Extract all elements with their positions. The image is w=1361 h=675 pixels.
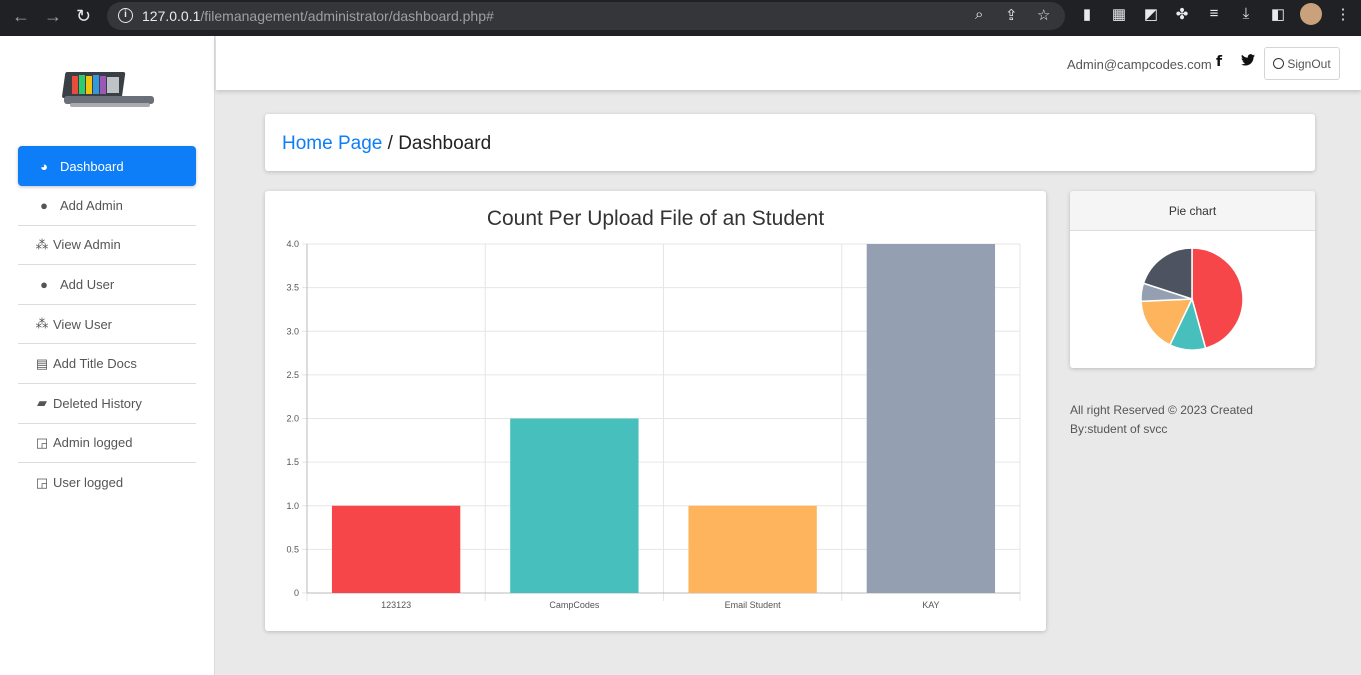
app-logo xyxy=(62,72,154,107)
top-bar: Admin@campcodes.com f SignOut xyxy=(216,36,1361,90)
breadcrumb-card: Home Page / Dashboard xyxy=(265,114,1315,171)
reload-icon[interactable]: ↻ xyxy=(76,0,91,32)
breadcrumb-home-link[interactable]: Home Page xyxy=(282,133,382,154)
sidebar: ◕ Dashboard ● Add Admin ⁂ View Admin ● A… xyxy=(0,36,215,675)
sidebar-item-admin-logged[interactable]: ◲ Admin logged xyxy=(18,424,196,464)
share-icon[interactable]: ⇪ xyxy=(1005,6,1018,24)
user-icon: ● xyxy=(40,197,48,213)
pie-chart-card: Pie chart xyxy=(1070,191,1315,368)
users-icon: ⁂ xyxy=(35,236,49,252)
breadcrumb: Home Page / Dashboard xyxy=(282,133,491,155)
bar xyxy=(866,244,996,593)
twitter-icon[interactable] xyxy=(1241,54,1255,66)
bar-chart-card: Count Per Upload File of an Student 0 0.5… xyxy=(265,191,1046,631)
pie-chart xyxy=(1140,247,1244,351)
sidebar-item-label: Dashboard xyxy=(60,158,124,174)
x-tick-label: KAY xyxy=(922,600,939,610)
sidebar-item-view-user[interactable]: ⁂ View User xyxy=(18,305,196,345)
sidebar-menu: ◕ Dashboard ● Add Admin ⁂ View Admin ● A… xyxy=(18,146,196,503)
sidebar-item-add-user[interactable]: ● Add User xyxy=(18,265,196,305)
file-plus-icon: ▤ xyxy=(35,355,49,371)
sidebar-item-label: Add Admin xyxy=(60,197,123,213)
signout-button[interactable]: SignOut xyxy=(1264,47,1340,80)
back-arrow-icon[interactable]: ← xyxy=(12,0,30,32)
facebook-icon[interactable]: f xyxy=(1216,54,1222,70)
signout-label: SignOut xyxy=(1287,56,1331,71)
sidebar-item-add-title-docs[interactable]: ▤ Add Title Docs xyxy=(18,344,196,384)
forward-arrow-icon[interactable]: → xyxy=(44,0,62,32)
sidebar-item-label: Add Title Docs xyxy=(53,356,137,372)
sidebar-item-label: View Admin xyxy=(53,237,121,253)
sidebar-item-label: User logged xyxy=(53,475,124,491)
sidebar-item-user-logged[interactable]: ◲ User logged xyxy=(18,463,196,503)
pie-chart-title: Pie chart xyxy=(1070,191,1315,231)
chalkboard-user-icon: ◲ xyxy=(35,434,49,450)
y-tick-label: 0 xyxy=(294,588,299,598)
extensions-puzzle-icon[interactable]: ✤ xyxy=(1173,5,1191,23)
extension-qr-icon[interactable]: ▦ xyxy=(1110,5,1128,23)
sidebar-item-label: Add User xyxy=(60,276,115,292)
sidebar-item-label: View User xyxy=(53,316,113,332)
admin-email: Admin@campcodes.com xyxy=(1067,57,1212,72)
sidebar-item-dashboard[interactable]: ◕ Dashboard xyxy=(18,146,196,186)
y-tick-label: 2.5 xyxy=(286,370,299,380)
y-tick-label: 3.0 xyxy=(286,326,299,336)
user-icon: ● xyxy=(40,276,48,292)
x-tick-label: Email Student xyxy=(725,600,782,610)
sidebar-item-label: Deleted History xyxy=(53,395,142,411)
media-control-icon[interactable]: ≡ xyxy=(1205,5,1223,23)
users-icon: ⁂ xyxy=(35,316,49,332)
breadcrumb-current: Dashboard xyxy=(398,133,492,154)
browser-menu-icon[interactable]: ⋮ xyxy=(1334,5,1352,23)
breadcrumb-separator: / xyxy=(387,133,393,154)
bar xyxy=(688,505,817,593)
bar-chart: 0 0.5 1.0 1.5 2.0 2.5 3.0 3.5 4.0 123123 CampCodes… xyxy=(286,239,1021,610)
y-tick-label: 2.0 xyxy=(286,414,299,424)
x-tick-label: 123123 xyxy=(381,600,411,610)
folder-open-icon: ▰ xyxy=(37,395,47,411)
extension-profile-icon[interactable]: ◩ xyxy=(1142,5,1160,23)
sidebar-item-add-admin[interactable]: ● Add Admin xyxy=(18,186,196,226)
footer-line-2: By:student of svcc xyxy=(1070,422,1168,436)
y-tick-label: 1.0 xyxy=(286,501,299,511)
address-bar[interactable]: i 127.0.0.1/filemanagement/administrator… xyxy=(107,2,1065,30)
side-panel-icon[interactable]: ◧ xyxy=(1269,5,1287,23)
x-tick-label: CampCodes xyxy=(549,600,600,610)
bar xyxy=(510,418,639,593)
y-tick-label: 1.5 xyxy=(286,457,299,467)
browser-toolbar: ← → ↻ i 127.0.0.1/filemanagement/adminis… xyxy=(0,0,1361,36)
bookmark-star-icon[interactable]: ☆ xyxy=(1037,6,1050,24)
sidebar-item-deleted-history[interactable]: ▰ Deleted History xyxy=(18,384,196,424)
address-url[interactable]: 127.0.0.1/filemanagement/administrator/d… xyxy=(142,8,494,24)
sidebar-item-view-admin[interactable]: ⁂ View Admin xyxy=(18,226,196,266)
y-tick-label: 3.5 xyxy=(286,283,299,293)
footer: All right Reserved © 2023 Created By:stu… xyxy=(1070,401,1280,439)
chalkboard-user-icon: ◲ xyxy=(35,474,49,490)
download-icon[interactable]: ⤓ xyxy=(1237,5,1255,23)
footer-line-1: All right Reserved © 2023 Created xyxy=(1070,403,1253,417)
extension-dropper-icon[interactable]: ▮ xyxy=(1078,5,1096,23)
profile-avatar[interactable] xyxy=(1300,3,1322,25)
pie-chart-icon: ◕ xyxy=(40,158,48,174)
sidebar-item-label: Admin logged xyxy=(53,435,133,451)
zoom-icon[interactable]: ⌕ xyxy=(975,6,983,23)
y-tick-label: 4.0 xyxy=(286,239,299,249)
site-info-icon[interactable]: i xyxy=(118,8,133,23)
user-circle-icon xyxy=(1273,58,1285,69)
y-tick-label: 0.5 xyxy=(286,544,299,554)
bar xyxy=(331,505,461,593)
